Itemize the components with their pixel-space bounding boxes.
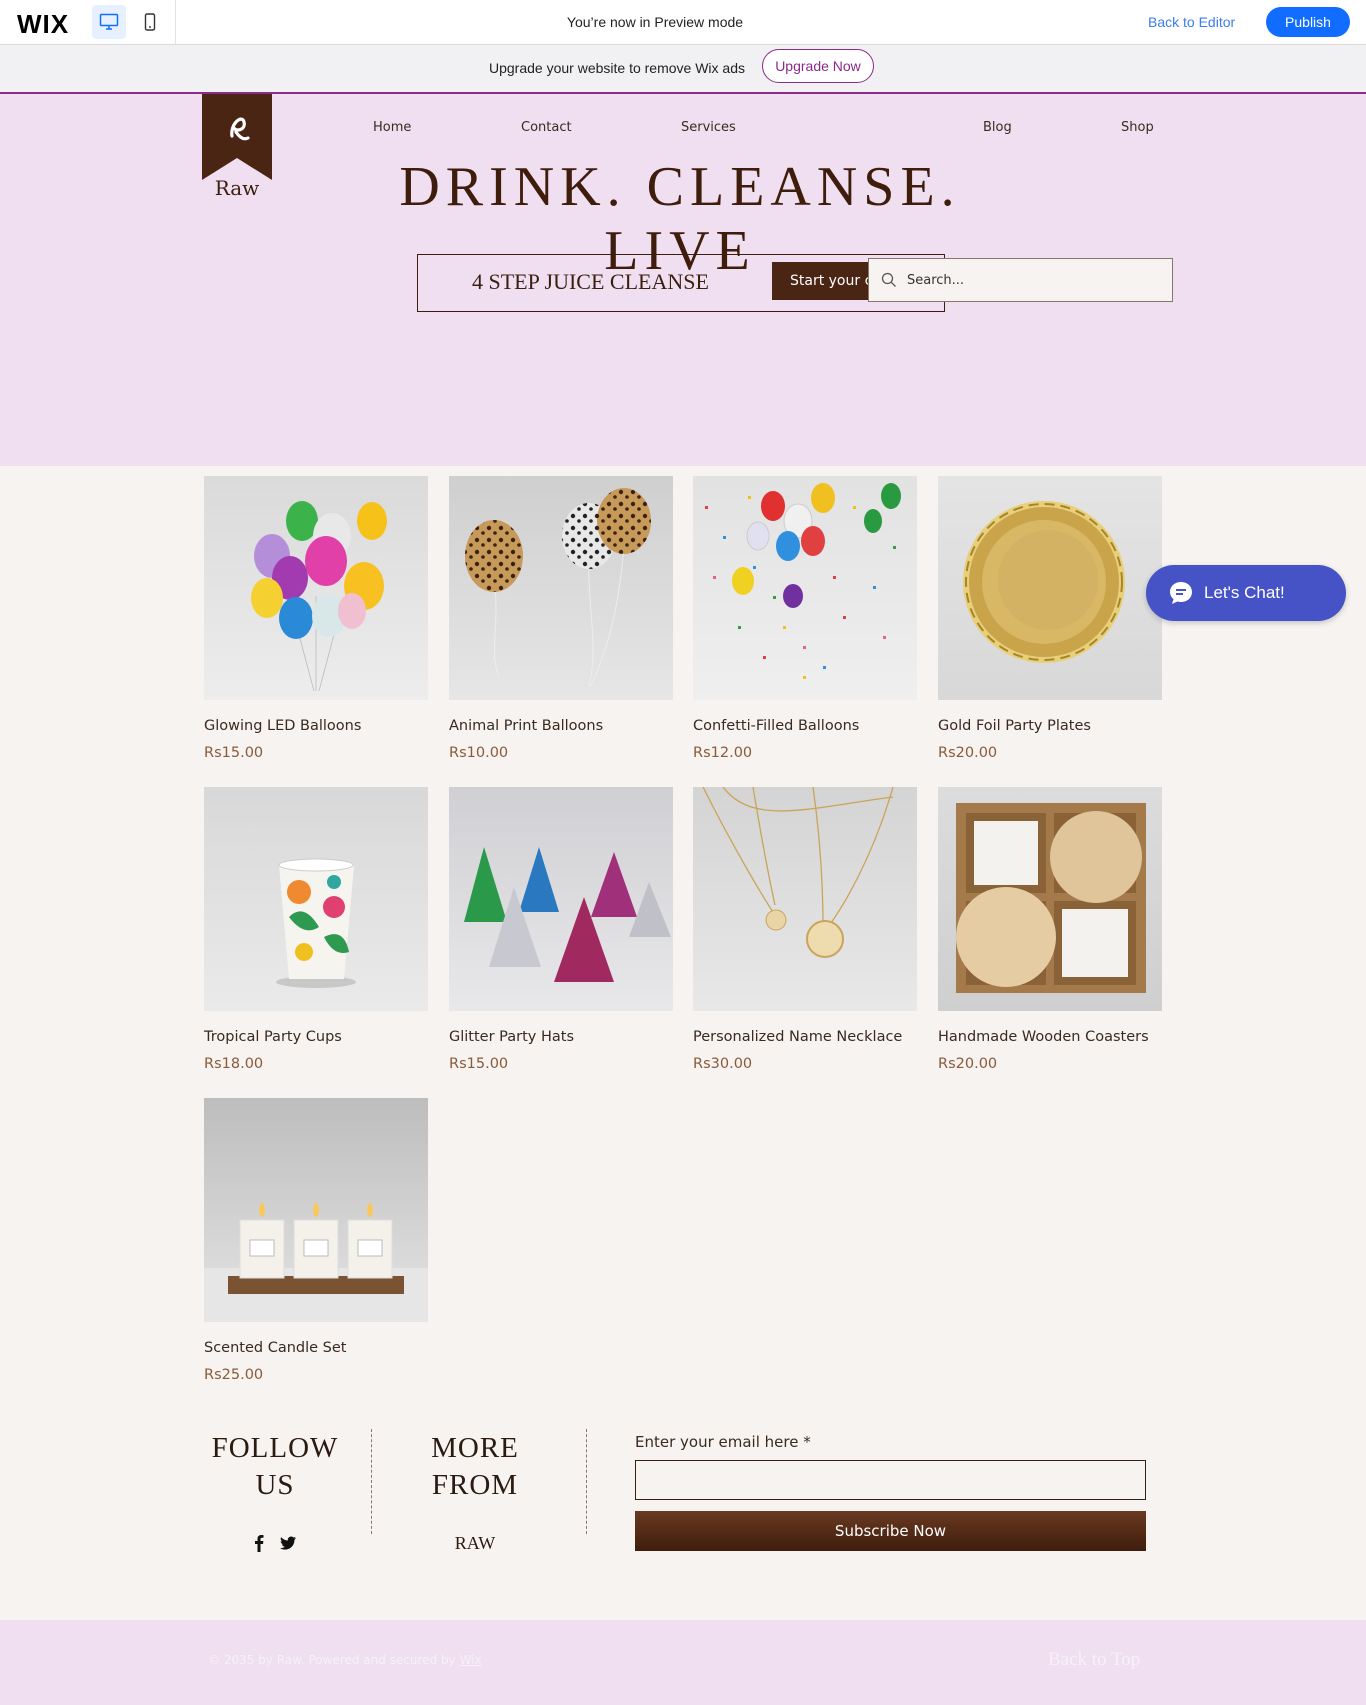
product-name[interactable]: Animal Print Balloons bbox=[449, 718, 689, 734]
search-input[interactable] bbox=[907, 259, 1162, 301]
nav-contact[interactable]: Contact bbox=[521, 120, 572, 135]
site-footer: © 2035 by Raw. Powered and secured by Wi… bbox=[0, 1620, 1366, 1705]
product-image[interactable] bbox=[204, 787, 428, 1011]
publish-button[interactable]: Publish bbox=[1266, 7, 1350, 37]
lets-chat-button[interactable]: Let's Chat! bbox=[1146, 565, 1346, 621]
animal-print-balloons-image bbox=[465, 488, 651, 687]
product-image[interactable] bbox=[204, 1098, 428, 1322]
product-name[interactable]: Glowing LED Balloons bbox=[204, 718, 444, 734]
product-card[interactable]: Confetti-Filled Balloons Rs12.00 bbox=[693, 476, 917, 761]
nav-shop[interactable]: Shop bbox=[1121, 120, 1154, 135]
product-card[interactable]: Personalized Name Necklace Rs30.00 bbox=[693, 787, 917, 1072]
product-image[interactable] bbox=[938, 476, 1162, 700]
product-price: Rs20.00 bbox=[938, 1056, 998, 1072]
copyright-prefix: © 2035 by Raw. Powered and secured by bbox=[208, 1653, 460, 1667]
product-price: Rs25.00 bbox=[204, 1367, 264, 1383]
more-line-1: MORE bbox=[431, 1432, 519, 1464]
nav-services[interactable]: Services bbox=[681, 120, 736, 135]
candle-set-image bbox=[204, 1203, 428, 1322]
product-price: Rs12.00 bbox=[693, 745, 753, 761]
wooden-coasters-image bbox=[956, 803, 1146, 993]
product-name[interactable]: Tropical Party Cups bbox=[204, 1029, 444, 1045]
product-name[interactable]: Personalized Name Necklace bbox=[693, 1029, 933, 1045]
product-price: Rs18.00 bbox=[204, 1056, 264, 1072]
gold-plate-image bbox=[963, 501, 1125, 663]
tropical-cup-image bbox=[276, 858, 356, 988]
chat-label: Let's Chat! bbox=[1204, 583, 1285, 602]
balloons-image bbox=[251, 501, 387, 692]
product-card[interactable]: Glowing LED Balloons Rs15.00 bbox=[204, 476, 428, 761]
copyright-text: © 2035 by Raw. Powered and secured by Wi… bbox=[208, 1653, 482, 1667]
twitter-icon[interactable] bbox=[279, 1534, 297, 1552]
product-card[interactable]: Glitter Party Hats Rs15.00 bbox=[449, 787, 673, 1072]
subscribe-button[interactable]: Subscribe Now bbox=[635, 1511, 1146, 1551]
follow-line-1: FOLLOW bbox=[211, 1432, 339, 1464]
nav-home[interactable]: Home bbox=[373, 120, 411, 135]
facebook-icon[interactable] bbox=[250, 1534, 268, 1552]
confetti-balloons-image bbox=[705, 483, 901, 679]
logo-ribbon-icon bbox=[202, 94, 272, 180]
product-image[interactable] bbox=[938, 787, 1162, 1011]
product-card[interactable]: Gold Foil Party Plates Rs20.00 bbox=[938, 476, 1162, 761]
more-line-2: FROM bbox=[431, 1469, 519, 1501]
site-logo[interactable]: Raw bbox=[202, 94, 272, 200]
back-to-editor-link[interactable]: Back to Editor bbox=[1148, 14, 1235, 30]
back-to-top-link[interactable]: Back to Top bbox=[1048, 1649, 1140, 1671]
search-icon bbox=[881, 272, 896, 287]
product-name[interactable]: Gold Foil Party Plates bbox=[938, 718, 1178, 734]
wix-ad-bar: Upgrade your website to remove Wix ads U… bbox=[0, 45, 1366, 94]
product-price: Rs15.00 bbox=[449, 1056, 509, 1072]
cleanse-banner: 4 STEP JUICE CLEANSE Start your cleanse bbox=[417, 254, 945, 312]
product-card[interactable]: Tropical Party Cups Rs18.00 bbox=[204, 787, 428, 1072]
product-price: Rs30.00 bbox=[693, 1056, 753, 1072]
product-name[interactable]: Glitter Party Hats bbox=[449, 1029, 689, 1045]
ad-text: Upgrade your website to remove Wix ads bbox=[489, 60, 745, 76]
footer-divider bbox=[586, 1429, 587, 1534]
product-image[interactable] bbox=[449, 476, 673, 700]
party-hats-image bbox=[464, 847, 671, 982]
more-from-raw-link[interactable]: RAW bbox=[410, 1533, 540, 1554]
product-name[interactable]: Scented Candle Set bbox=[204, 1340, 444, 1356]
product-price: Rs20.00 bbox=[938, 745, 998, 761]
cleanse-label: 4 STEP JUICE CLEANSE bbox=[472, 269, 709, 294]
product-image[interactable] bbox=[204, 476, 428, 700]
product-price: Rs15.00 bbox=[204, 745, 264, 761]
product-image[interactable] bbox=[449, 787, 673, 1011]
product-card[interactable]: Scented Candle Set Rs25.00 bbox=[204, 1098, 428, 1383]
wix-link[interactable]: Wix bbox=[460, 1653, 482, 1667]
preview-mode-text: You’re now in Preview mode bbox=[566, 14, 744, 30]
product-card[interactable]: Handmade Wooden Coasters Rs20.00 bbox=[938, 787, 1162, 1072]
product-image[interactable] bbox=[693, 787, 917, 1011]
nav-blog[interactable]: Blog bbox=[983, 120, 1012, 135]
follow-us-heading: FOLLOW US bbox=[204, 1430, 346, 1504]
email-field[interactable] bbox=[635, 1460, 1146, 1500]
necklace-image bbox=[702, 787, 894, 958]
more-from-heading: MORE FROM bbox=[410, 1430, 540, 1504]
email-label: Enter your email here * bbox=[635, 1433, 811, 1451]
product-name[interactable]: Confetti-Filled Balloons bbox=[693, 718, 933, 734]
logo-text: Raw bbox=[214, 176, 260, 200]
wix-preview-bar: WIX You’re now in Preview mode Back to E… bbox=[0, 0, 1366, 45]
search-bar[interactable] bbox=[868, 258, 1173, 302]
product-card[interactable]: Animal Print Balloons Rs10.00 bbox=[449, 476, 673, 761]
product-image[interactable] bbox=[693, 476, 917, 700]
footer-divider bbox=[371, 1429, 372, 1534]
product-name[interactable]: Handmade Wooden Coasters bbox=[938, 1029, 1178, 1045]
chat-bubble-icon bbox=[1170, 582, 1192, 604]
upgrade-now-button[interactable]: Upgrade Now bbox=[762, 49, 874, 83]
product-price: Rs10.00 bbox=[449, 745, 509, 761]
follow-line-2: US bbox=[255, 1469, 295, 1501]
